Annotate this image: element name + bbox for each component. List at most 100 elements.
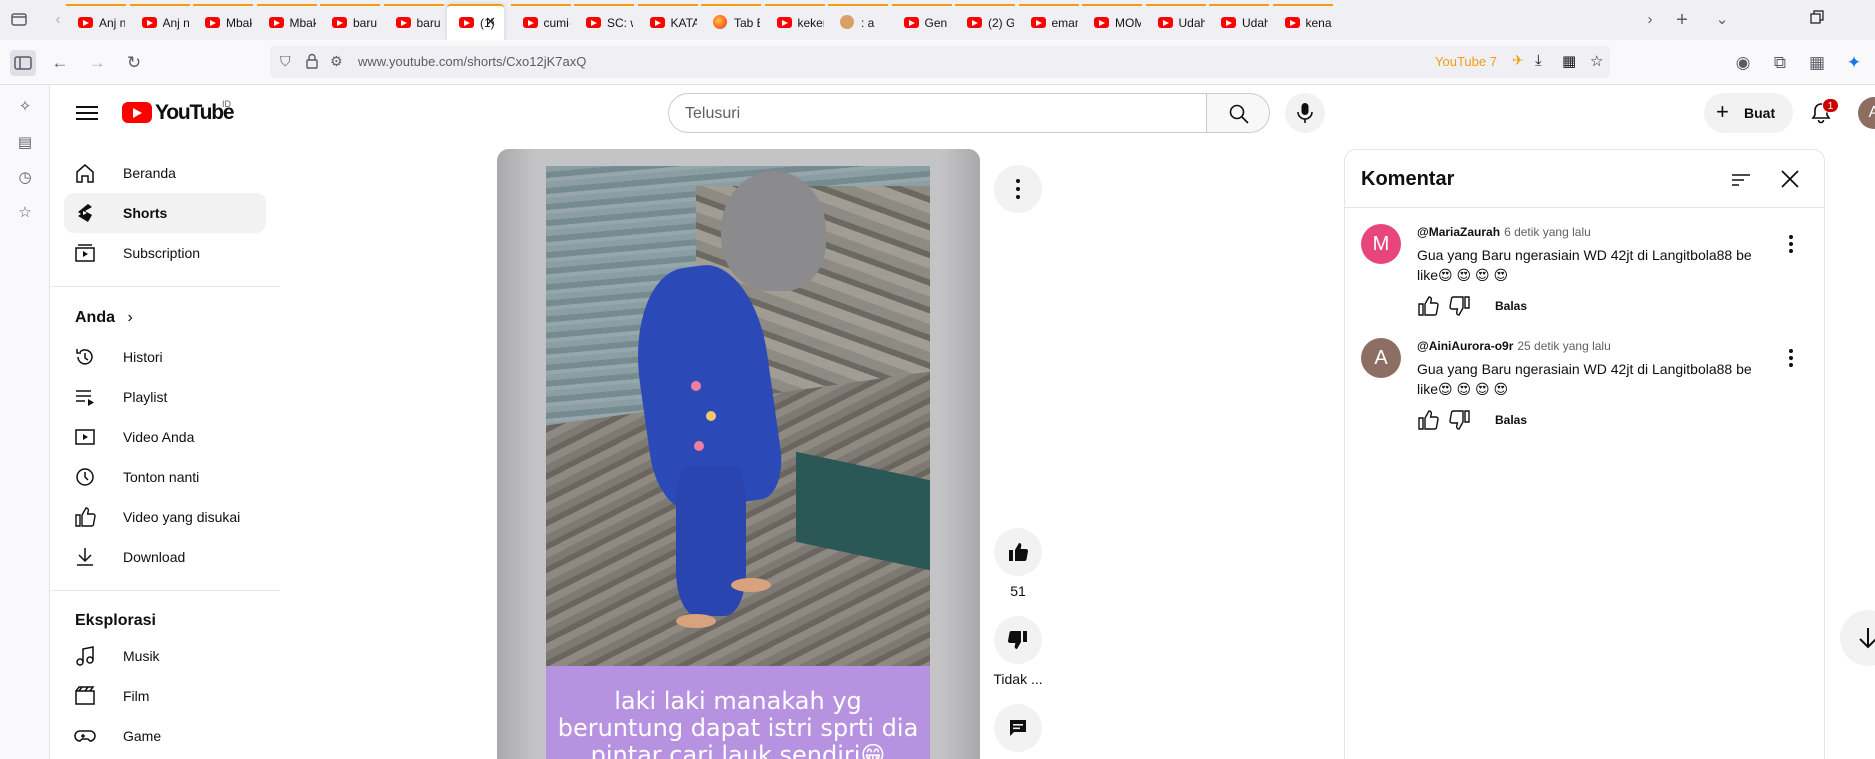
like-button[interactable] [994,528,1042,576]
guide-item-film[interactable]: Film [64,676,266,716]
bookmarks-sidebar-icon[interactable]: ☆ [15,203,35,223]
comment-author[interactable]: @AiniAurora-o9r [1417,339,1513,353]
profile-badge-icon[interactable]: ✦ [1841,50,1867,76]
firefox-icon [713,15,727,29]
more-options-button[interactable] [994,165,1042,213]
browser-tab[interactable]: baru t [320,4,380,40]
comment-avatar[interactable]: M [1361,224,1401,264]
country-code: ID [222,99,231,109]
browser-tab[interactable]: (2) Ge [955,4,1015,40]
extensions-icon[interactable]: ⧉ [1767,50,1793,76]
account-icon[interactable]: ◉ [1730,50,1756,76]
dislike-button[interactable] [994,616,1042,664]
ai-sparkle-icon[interactable]: ✧ [15,97,35,117]
shield-icon[interactable]: ⛉ [280,53,291,70]
comments-button[interactable] [994,704,1042,752]
tab-label: kenan [1305,16,1332,30]
guide-item-video-anda[interactable]: Video Anda [64,417,266,457]
guide-item-histori[interactable]: Histori [64,337,266,377]
search-input[interactable]: Telusuri [668,93,1206,133]
create-button[interactable]: + Buat [1704,93,1793,133]
guide-menu-icon[interactable] [76,102,98,122]
lock-icon[interactable] [306,53,318,69]
browser-tab[interactable]: : a [828,4,888,40]
forward-icon[interactable]: → [84,50,110,76]
thumbs-up-icon[interactable] [1417,295,1439,317]
guide-item-beranda[interactable]: Beranda [64,153,266,193]
browser-tab[interactable]: keken [764,4,825,40]
extension-label[interactable]: YouTube 7 [1435,54,1497,69]
browser-tab[interactable]: Mbak [193,4,253,40]
close-icon[interactable] [1777,166,1803,192]
scroll-tabs-left-icon[interactable]: ‹ [48,10,68,30]
browser-tab[interactable]: KATA [637,4,698,40]
voice-search-button[interactable] [1285,93,1325,133]
close-tab-icon[interactable]: ✕ [485,14,496,30]
browser-tab[interactable]: Udah [1145,4,1206,40]
guide-item-playlist[interactable]: Playlist [64,377,266,417]
browser-tab[interactable]: Mbak [256,4,317,40]
reply-button[interactable]: Balas [1495,299,1527,313]
next-short-button[interactable] [1840,610,1875,666]
search-button[interactable] [1206,93,1270,133]
history-sidebar-icon[interactable]: ◷ [15,168,35,188]
more-vert-icon[interactable] [1779,346,1803,370]
create-label: Buat [1744,105,1776,121]
browser-tab[interactable]: baru t [383,4,444,40]
rocket-icon[interactable]: ✈ [1512,52,1524,69]
url-bar[interactable]: ⛉ ⚙ www.youtube.com/shorts/Cxo12jK7axQ Y… [270,46,1610,78]
browser-tab[interactable]: Tab Ba [701,4,761,40]
guide-item-tonton-nanti[interactable]: Tonton nanti [64,457,266,497]
tab-label: KATA [670,16,697,30]
thumbs-up-icon [1009,543,1029,562]
reply-button[interactable]: Balas [1495,413,1527,427]
apps-grid-icon[interactable]: ▦ [1804,50,1830,76]
you-section-heading[interactable]: Anda › [75,309,133,327]
new-tab-icon[interactable]: + [1672,10,1692,30]
sort-comments-icon[interactable] [1729,168,1753,192]
guide-item-subscription[interactable]: Subscription [64,233,266,273]
reload-icon[interactable]: ↻ [121,50,147,76]
guide-item-download[interactable]: Download [64,537,266,577]
browser-tab[interactable]: cumi- [510,4,571,40]
guide-item-shorts[interactable]: Shorts [64,193,266,233]
browser-tab[interactable]: Anj ny [66,4,126,40]
comment-author[interactable]: @MariaZaurah [1417,225,1500,239]
guide-item-video-yang-disukai[interactable]: Video yang disukai [64,497,266,537]
browser-tab[interactable]: kenan [1272,4,1333,40]
thumbs-up-icon[interactable] [1417,409,1439,431]
tab-label: Udah [1178,16,1205,30]
browser-tab[interactable]: Gen Z [891,4,952,40]
notifications-button[interactable]: 1 [1806,97,1839,129]
comment-avatar[interactable]: A [1361,338,1401,378]
sidebar-toggle-icon[interactable] [10,50,36,76]
more-vert-icon[interactable] [1779,232,1803,256]
qr-code-icon[interactable]: ▦ [1562,52,1576,70]
guide-item-game[interactable]: Game [64,716,266,756]
comment-time[interactable]: 6 detik yang lalu [1504,225,1591,239]
browser-tab[interactable]: emang [1018,4,1079,40]
browser-tab[interactable]: MOM [1082,4,1142,40]
tab-list-icon[interactable] [10,10,30,30]
bookmark-star-icon[interactable]: ☆ [1590,52,1603,70]
browser-tab[interactable]: Udah [1209,4,1269,40]
guide-item-musik[interactable]: Musik [64,636,266,676]
thumbs-down-icon[interactable] [1449,409,1471,431]
scroll-tabs-right-icon[interactable]: › [1640,10,1660,30]
url-text[interactable]: www.youtube.com/shorts/Cxo12jK7axQ [358,54,586,69]
restore-window-icon[interactable] [1810,10,1824,24]
browser-tab[interactable]: Anj ny [129,4,190,40]
account-avatar[interactable]: A [1858,97,1875,129]
synced-tabs-icon[interactable]: ▤ [15,133,35,153]
list-all-tabs-icon[interactable]: ⌄ [1712,10,1732,30]
comment-time[interactable]: 25 detik yang lalu [1517,339,1610,353]
browser-tab[interactable]: SC: wj [574,4,634,40]
back-icon[interactable]: ← [47,50,73,76]
browser-tab[interactable]: (1) ✕ [447,4,504,40]
download-page-icon[interactable]: ⤓ [1535,52,1542,69]
short-video-player[interactable]: laki laki manakah yg beruntung dapat istr… [497,149,980,759]
permissions-icon[interactable]: ⚙ [330,53,343,70]
caption-line: beruntung dapat istri sprti dia [557,714,919,742]
liked-icon [75,507,96,527]
thumbs-down-icon[interactable] [1449,295,1471,317]
